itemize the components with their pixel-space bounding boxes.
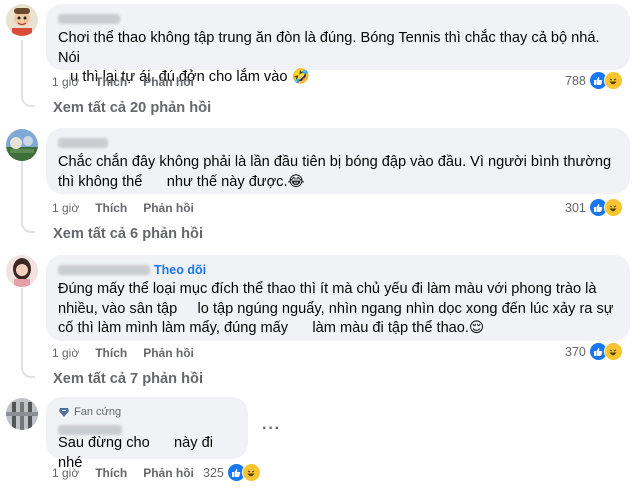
- view-replies-link[interactable]: Xem tất cả 20 phản hồi: [53, 100, 211, 116]
- reactions-summary[interactable]: 788: [565, 71, 623, 90]
- comment-time[interactable]: 1 giờ: [52, 466, 79, 480]
- author-name[interactable]: Theo dõi: [58, 262, 618, 278]
- thread-elbow: [21, 93, 35, 107]
- avatar[interactable]: [6, 255, 38, 287]
- comment-text: Chắc chắn đây không phải là lần đầu tiên…: [58, 154, 612, 190]
- thread-elbow: [21, 364, 35, 378]
- comment-actions: 1 giờ Thích Phản hồi: [52, 346, 210, 360]
- avatar[interactable]: [6, 129, 38, 161]
- reactions-summary[interactable]: 301: [565, 198, 623, 217]
- comment-bubble: Theo dõi Đúng mấy thể loại mục đích thể …: [46, 255, 630, 341]
- author-row: Fan cứng: [58, 404, 236, 420]
- author-name[interactable]: [58, 135, 618, 151]
- haha-icon: [603, 71, 623, 90]
- like-button[interactable]: Thích: [95, 346, 127, 360]
- reply-button[interactable]: Phản hồi: [143, 466, 194, 480]
- follow-button[interactable]: Theo dõi: [154, 262, 206, 278]
- reactions-summary[interactable]: 370: [565, 342, 623, 361]
- avatar[interactable]: [6, 398, 38, 430]
- reaction-count: 301: [565, 200, 586, 215]
- comment-actions: 1 giờ Thích Phản hồi: [52, 201, 210, 215]
- view-replies-link[interactable]: Xem tất cả 7 phản hồi: [53, 371, 203, 387]
- thread-line: [21, 160, 23, 220]
- comment-time[interactable]: 1 giờ: [52, 75, 79, 89]
- like-button[interactable]: Thích: [95, 201, 127, 215]
- like-button[interactable]: Thích: [95, 75, 127, 89]
- thread-line: [21, 288, 23, 366]
- reply-button[interactable]: Phản hồi: [143, 346, 194, 360]
- comment-bubble: Chơi thể thao không tập trung ăn đòn là …: [46, 4, 630, 85]
- reaction-count: 325: [203, 465, 224, 480]
- reply-button[interactable]: Phản hồi: [143, 201, 194, 215]
- thread-elbow: [21, 219, 35, 233]
- reaction-count: 370: [565, 344, 586, 359]
- fan-badge-label: Fan cứng: [74, 406, 122, 418]
- reaction-count: 788: [565, 73, 586, 88]
- haha-icon: [603, 342, 623, 361]
- like-button[interactable]: Thích: [95, 466, 127, 480]
- author-name[interactable]: [58, 11, 618, 27]
- comment-bubble: Chắc chắn đây không phải là lần đầu tiên…: [46, 128, 630, 194]
- comment-time[interactable]: 1 giờ: [52, 201, 79, 215]
- haha-icon: [603, 198, 623, 217]
- more-options-icon[interactable]: ···: [262, 420, 281, 438]
- fan-badge-icon: [59, 408, 69, 417]
- author-name[interactable]: [58, 424, 122, 435]
- comment-text: Đúng mấy thể loại mục đích thể thao thì …: [58, 281, 614, 336]
- comment-actions: 1 giờ Thích Phản hồi: [52, 466, 210, 480]
- avatar[interactable]: [6, 4, 38, 36]
- reactions-summary[interactable]: 325: [203, 463, 261, 482]
- view-replies-link[interactable]: Xem tất cả 6 phản hồi: [53, 226, 203, 242]
- haha-icon: [241, 463, 261, 482]
- comment-time[interactable]: 1 giờ: [52, 346, 79, 360]
- thread-line: [21, 40, 23, 95]
- reply-button[interactable]: Phản hồi: [143, 75, 194, 89]
- comment-actions: 1 giờ Thích Phản hồi: [52, 75, 210, 89]
- comment-bubble: Fan cứng Sau đừng cho này đi nhé: [46, 397, 248, 471]
